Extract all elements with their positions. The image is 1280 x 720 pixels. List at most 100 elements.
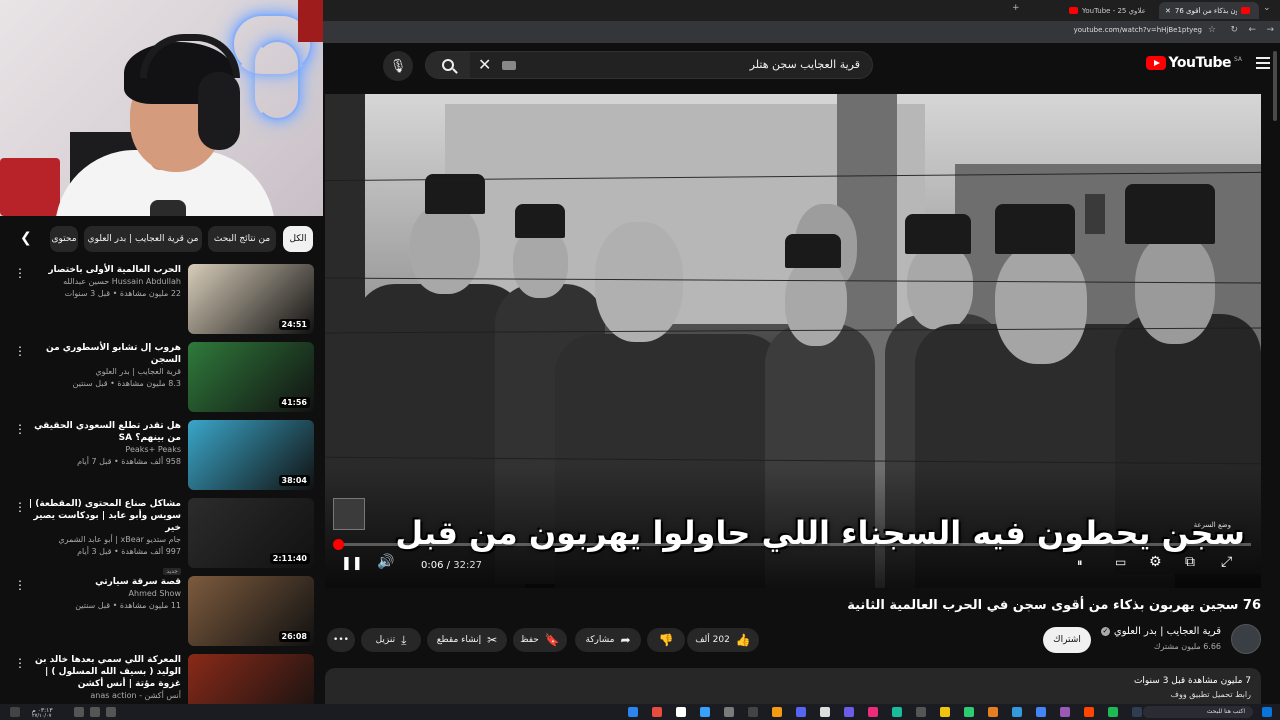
back-icon[interactable]: ← xyxy=(1248,25,1256,35)
network-tray-icon[interactable] xyxy=(106,707,116,717)
channel-name[interactable]: قرية العجايب | بدر العلوي xyxy=(21,366,181,378)
new-tab-button[interactable]: + xyxy=(1012,3,1020,13)
hamburger-menu-icon[interactable] xyxy=(1256,57,1270,72)
fullscreen-icon[interactable]: ⤢ xyxy=(1221,554,1232,570)
taskbar-search-text[interactable]: اكتب هنا للبحث xyxy=(1207,708,1245,715)
chip-content[interactable]: محتوى xyxy=(50,226,78,252)
subscribe-button[interactable]: اشتراك xyxy=(1043,627,1091,653)
taskbar-app-icon[interactable] xyxy=(1060,707,1070,717)
channel-name[interactable]: Peaks+ Peaks xyxy=(21,444,181,456)
taskbar-app-icon[interactable] xyxy=(628,707,638,717)
video-thumbnail[interactable]: 24:51 xyxy=(188,264,314,334)
more-options-icon[interactable]: ⋮ xyxy=(14,266,26,280)
channel-watermark-avatar[interactable] xyxy=(333,498,365,530)
subtitles-icon[interactable]: ▭ xyxy=(1115,555,1126,569)
download-button[interactable]: ⤓ تنزيل xyxy=(361,628,421,652)
windows-start-icon[interactable] xyxy=(1262,707,1272,717)
volume-tray-icon[interactable] xyxy=(90,707,100,717)
video-thumbnail[interactable]: 38:04 xyxy=(188,420,314,490)
browser-tab-active[interactable]: ✕ 76 سجين يهربون بذكاء من أقوى xyxy=(1159,2,1259,19)
taskbar-app-icon[interactable] xyxy=(676,707,686,717)
list-item[interactable]: 24:51 الحرب العالمية الأولى باختصار Huss… xyxy=(0,264,323,340)
pause-icon[interactable]: ❚❚ xyxy=(341,556,363,571)
search-button[interactable] xyxy=(426,52,470,78)
channel-name[interactable]: Ahmed Show xyxy=(21,588,181,600)
taskbar-app-icon[interactable] xyxy=(724,707,734,717)
close-tab-icon[interactable]: ✕ xyxy=(1165,7,1171,15)
video-title[interactable]: مشاكل صناع المحتوى (المقطعة) | سويس وأبو… xyxy=(21,498,181,534)
search-input[interactable]: قرية العجايب سجن هتلر xyxy=(750,58,860,71)
reload-icon[interactable]: ↻ xyxy=(1230,25,1238,35)
channel-name[interactable]: Hussain Abdullah حسين عبدالله xyxy=(21,276,181,288)
clip-button[interactable]: ✂ إنشاء مقطع xyxy=(427,628,507,652)
chevron-left-icon[interactable]: ❮ xyxy=(20,230,32,246)
taskbar-app-icon[interactable] xyxy=(772,707,782,717)
video-player[interactable]: وضع السرعة سجن يحطون فيه السجناء اللي حا… xyxy=(325,94,1261,588)
list-item[interactable]: 41:56 هروب إل تشابو الأسطوري من السجن قر… xyxy=(0,342,323,418)
channel-name-text[interactable]: قرية العجايب | بدر العلوي xyxy=(1114,626,1221,637)
keyboard-icon[interactable] xyxy=(502,61,516,70)
volume-icon[interactable]: 🔊 xyxy=(377,554,394,570)
list-item[interactable]: المعركة اللي سمي بعدها خالد بن الوليد ( … xyxy=(0,654,323,704)
taskbar-app-icon[interactable] xyxy=(796,707,806,717)
video-title[interactable]: الحرب العالمية الأولى باختصار xyxy=(21,264,181,276)
tray-icon[interactable] xyxy=(74,707,84,717)
more-options-icon[interactable]: ⋮ xyxy=(14,656,26,670)
taskbar-app-icon[interactable] xyxy=(748,707,758,717)
clear-search-icon[interactable]: ✕ xyxy=(478,55,491,74)
video-thumbnail[interactable]: 2:11:40 xyxy=(188,498,314,568)
dislike-button[interactable]: 👎 xyxy=(647,628,685,652)
list-item[interactable]: 2:11:40 مشاكل صناع المحتوى (المقطعة) | س… xyxy=(0,498,323,575)
chip-from-channel[interactable]: من قرية العجايب | بدر العلوي xyxy=(84,226,202,252)
notification-icon[interactable] xyxy=(10,707,20,717)
voice-search-button[interactable]: 🎙 xyxy=(383,51,413,81)
taskbar-app-icon[interactable] xyxy=(1084,707,1094,717)
list-item[interactable]: 26:08 قصة سرقة سيارتي Ahmed Show 11 مليو… xyxy=(0,576,323,652)
url-text[interactable]: youtube.com/watch?v=hHjBe1ptyeg xyxy=(1074,26,1202,34)
taskbar-app-icon[interactable] xyxy=(892,707,902,717)
extensions-icon[interactable]: ☆ xyxy=(1208,25,1216,35)
scrollbar-thumb[interactable] xyxy=(1273,51,1277,121)
taskbar-app-icon[interactable] xyxy=(940,707,950,717)
video-title[interactable]: المعركة اللي سمي بعدها خالد بن الوليد ( … xyxy=(21,654,181,690)
taskbar-app-icon[interactable] xyxy=(652,707,662,717)
more-options-icon[interactable]: ⋮ xyxy=(14,422,26,436)
forward-icon[interactable]: → xyxy=(1266,25,1274,35)
chip-all[interactable]: الكل xyxy=(283,226,313,252)
more-options-icon[interactable]: ⋮ xyxy=(14,500,26,514)
progress-bar[interactable] xyxy=(332,539,1251,550)
video-thumbnail[interactable]: 26:08 xyxy=(188,576,314,646)
taskbar-app-icon[interactable] xyxy=(988,707,998,717)
address-bar[interactable]: youtube.com/watch?v=hHjBe1ptyeg ↻ ← → ☆ xyxy=(323,21,1280,43)
list-item[interactable]: 38:04 هل تقدر تطلع السعودي الحقيقي من بي… xyxy=(0,420,323,496)
scrubber-handle[interactable] xyxy=(332,539,344,550)
video-thumbnail[interactable]: 41:56 xyxy=(188,342,314,412)
search-bar[interactable]: ✕ قرية العجايب سجن هتلر xyxy=(425,51,873,79)
taskbar-app-icon[interactable] xyxy=(1012,707,1022,717)
taskbar-app-icon[interactable] xyxy=(820,707,830,717)
taskbar-app-icon[interactable] xyxy=(1108,707,1118,717)
channel-name[interactable]: قرية العجايب | بدر العلوي ✓ xyxy=(1100,626,1221,637)
taskbar-app-icon[interactable] xyxy=(700,707,710,717)
channel-name[interactable]: جام ستديو xBear | أبو عابد الشمري xyxy=(21,534,181,546)
youtube-logo[interactable]: YouTube SA xyxy=(1145,55,1242,71)
taskbar-app-icon[interactable] xyxy=(1132,707,1142,717)
page-scrollbar[interactable] xyxy=(1270,43,1280,704)
tab-menu-icon[interactable]: ⌄ xyxy=(1263,3,1271,13)
taskbar-app-icon[interactable] xyxy=(868,707,878,717)
save-button[interactable]: 🔖 حفظ xyxy=(513,628,567,652)
video-thumbnail[interactable] xyxy=(188,654,314,704)
chip-from-search[interactable]: من نتائج البحث xyxy=(208,226,276,252)
browser-tab[interactable]: YouTube - 25 علاوي xyxy=(1063,2,1155,19)
like-button[interactable]: 👍 202 ألف xyxy=(687,628,759,652)
channel-avatar[interactable] xyxy=(1231,624,1261,654)
more-options-icon[interactable]: ⋮ xyxy=(14,344,26,358)
taskbar-app-icon[interactable] xyxy=(916,707,926,717)
settings-gear-icon[interactable]: ⚙ xyxy=(1149,554,1162,570)
video-title[interactable]: قصة سرقة سيارتي xyxy=(21,576,181,588)
taskbar-app-icon[interactable] xyxy=(844,707,854,717)
video-title[interactable]: هروب إل تشابو الأسطوري من السجن xyxy=(21,342,181,366)
taskbar-search[interactable]: اكتب هنا للبحث xyxy=(1143,706,1253,718)
miniplayer-icon[interactable]: ⧉ xyxy=(1185,554,1195,570)
share-button[interactable]: ➦ مشاركة xyxy=(575,628,641,652)
